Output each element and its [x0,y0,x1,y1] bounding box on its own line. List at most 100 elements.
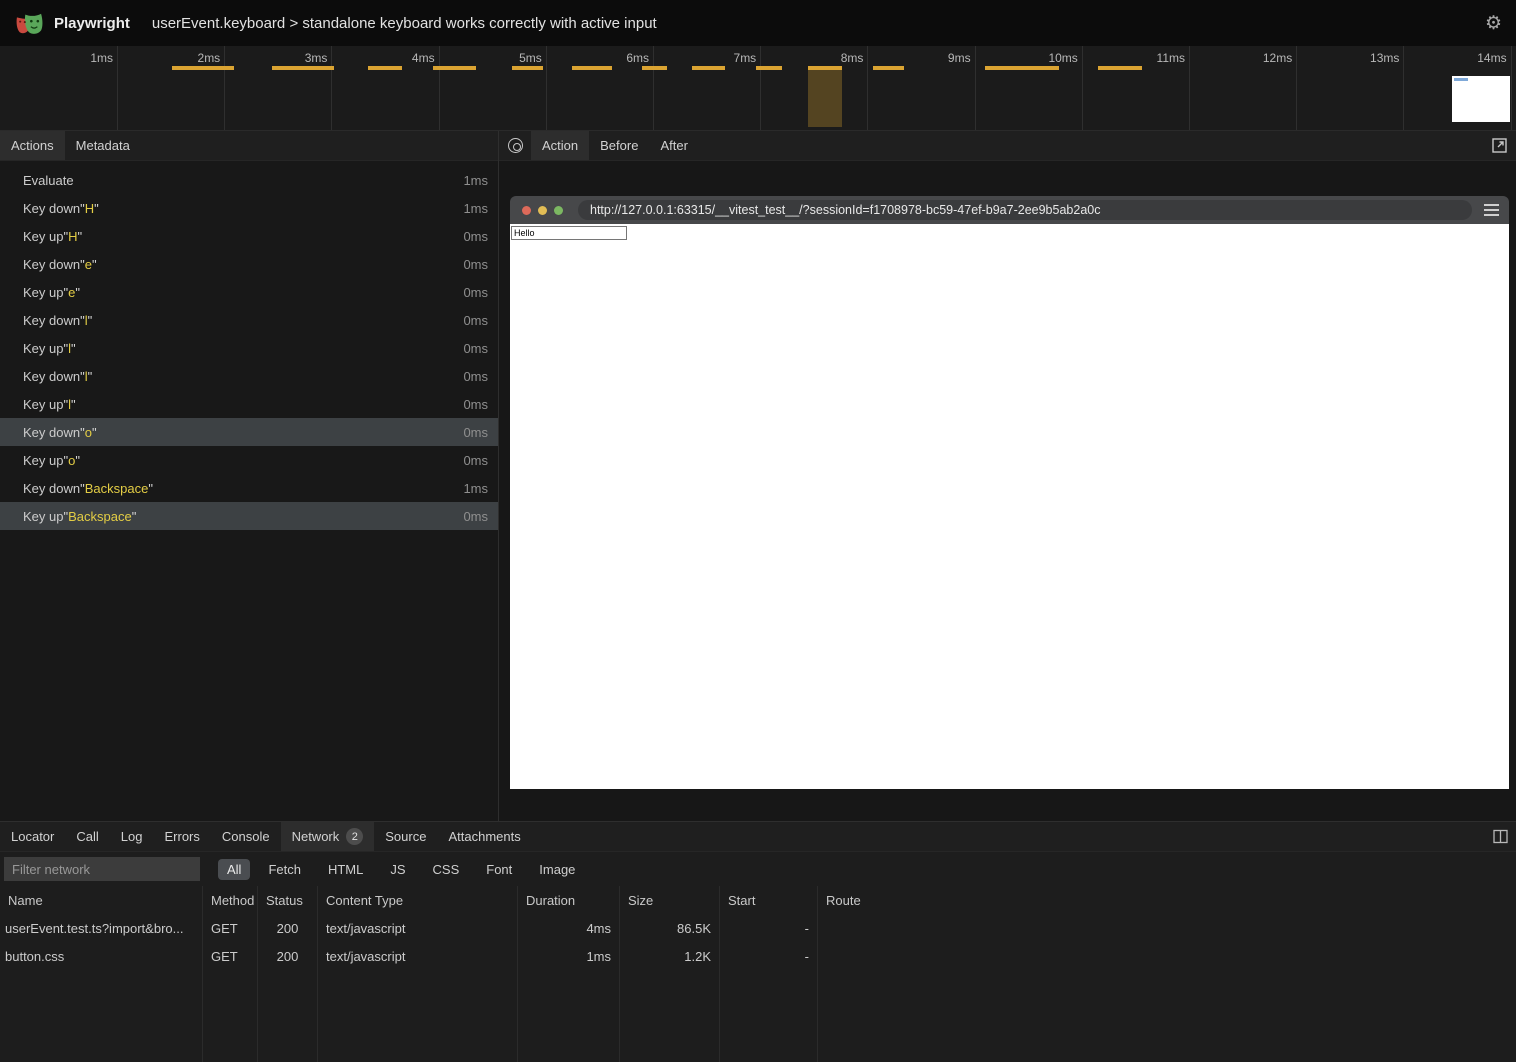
chip-font[interactable]: Font [477,859,521,880]
tab-after[interactable]: After [649,131,698,160]
chip-js[interactable]: JS [381,859,414,880]
tab-metadata[interactable]: Metadata [65,131,141,160]
action-row[interactable]: Key down "Backspace"1ms [0,474,498,502]
action-title: Key up [23,453,63,468]
timeline-action-bar[interactable] [808,66,842,70]
chip-css[interactable]: CSS [424,859,469,880]
action-list: Evaluate1msKey down "H"1msKey up "H"0msK… [0,161,498,821]
net-cell-name[interactable]: userEvent.test.ts?import&bro... [0,914,203,942]
timeline-action-bar[interactable] [756,66,782,70]
chip-fetch[interactable]: Fetch [259,859,310,880]
tab-console[interactable]: Console [211,822,281,851]
net-cell-method[interactable]: GET [203,942,258,970]
action-row[interactable]: Key down "l"0ms [0,362,498,390]
timeline-action-bar[interactable] [272,66,334,70]
net-cell-content-type[interactable]: text/javascript [318,914,518,942]
net-header-start[interactable]: Start [720,886,818,914]
timeline-screenshot-thumbnail[interactable] [1452,76,1510,122]
timeline-tick-label: 5ms [484,51,542,65]
net-cell-route[interactable] [818,942,1516,970]
action-row[interactable]: Key up "e"0ms [0,278,498,306]
timeline-action-bar[interactable] [873,66,904,70]
action-row[interactable]: Key down "o"0ms [0,418,498,446]
timeline-tick-label: 2ms [162,51,220,65]
timeline-action-bar[interactable] [642,66,667,70]
net-header-duration[interactable]: Duration [518,886,620,914]
tab-actions[interactable]: Actions [0,131,65,160]
timeline-selection[interactable] [808,66,842,127]
net-cell-duration[interactable]: 4ms [518,914,620,942]
timeline-action-bar[interactable] [433,66,476,70]
filter-network-input[interactable] [4,857,200,881]
action-row[interactable]: Key up "l"0ms [0,334,498,362]
network-count-badge: 2 [346,828,363,845]
net-cell-start[interactable]: - [720,942,818,970]
net-header-method[interactable]: Method [203,886,258,914]
playwright-logo-icon [14,10,44,36]
timeline-gridline [975,46,976,130]
tab-before[interactable]: Before [589,131,649,160]
net-header-route[interactable]: Route [818,886,1516,914]
timeline-action-bar[interactable] [512,66,543,70]
action-key-quote: " [71,341,76,356]
columns-layout-icon[interactable] [1493,829,1508,847]
main-area: ActionsMetadata Evaluate1msKey down "H"1… [0,131,1516,821]
net-header-status[interactable]: Status [258,886,318,914]
tab-locator[interactable]: Locator [0,822,65,851]
net-cell-content-type[interactable]: text/javascript [318,942,518,970]
timeline-tick-label: 10ms [1020,51,1078,65]
net-filler-cell [318,970,518,1062]
tab-attachments[interactable]: Attachments [437,822,531,851]
action-key-quote: " [92,425,97,440]
tab-log[interactable]: Log [110,822,154,851]
text-input[interactable]: Hello [511,226,627,240]
timeline-action-bar[interactable] [985,66,1059,70]
chip-image[interactable]: Image [530,859,584,880]
timeline-action-bar[interactable] [692,66,725,70]
action-row[interactable]: Evaluate1ms [0,166,498,194]
net-cell-start[interactable]: - [720,914,818,942]
net-cell-status[interactable]: 200 [258,942,318,970]
net-cell-method[interactable]: GET [203,914,258,942]
action-row[interactable]: Key up "Backspace"0ms [0,502,498,530]
menu-icon[interactable] [1484,204,1499,216]
net-cell-duration[interactable]: 1ms [518,942,620,970]
bottom-tabs: LocatorCallLogErrorsConsoleNetwork2Sourc… [0,822,532,851]
pick-locator-icon[interactable] [508,138,523,153]
tab-network[interactable]: Network2 [281,822,375,851]
net-cell-status[interactable]: 200 [258,914,318,942]
tab-action[interactable]: Action [531,131,589,160]
tab-source[interactable]: Source [374,822,437,851]
net-cell-name[interactable]: button.css [0,942,203,970]
snapshot-tabs: ActionBeforeAfter [531,131,699,160]
net-cell-size[interactable]: 86.5K [620,914,720,942]
action-key: Backspace [68,509,132,524]
action-row[interactable]: Key up "H"0ms [0,222,498,250]
action-row[interactable]: Key up "o"0ms [0,446,498,474]
timeline-tick-label: 6ms [591,51,649,65]
tab-errors[interactable]: Errors [153,822,210,851]
chip-all[interactable]: All [218,859,250,880]
popout-icon[interactable] [1492,131,1507,160]
net-cell-size[interactable]: 1.2K [620,942,720,970]
action-row[interactable]: Key down "l"0ms [0,306,498,334]
timeline[interactable]: 1ms2ms3ms4ms5ms6ms7ms8ms9ms10ms11ms12ms1… [0,46,1516,131]
action-key: H [68,229,77,244]
action-row[interactable]: Key down "e"0ms [0,250,498,278]
action-key: o [68,453,75,468]
action-row[interactable]: Key up "l"0ms [0,390,498,418]
action-row[interactable]: Key down "H"1ms [0,194,498,222]
gear-icon[interactable]: ⚙ [1485,14,1502,33]
net-cell-route[interactable] [818,914,1516,942]
timeline-gridline [331,46,332,130]
net-header-size[interactable]: Size [620,886,720,914]
action-title: Evaluate [23,173,74,188]
net-header-name[interactable]: Name [0,886,203,914]
timeline-action-bar[interactable] [368,66,402,70]
chip-html[interactable]: HTML [319,859,372,880]
timeline-action-bar[interactable] [572,66,612,70]
timeline-action-bar[interactable] [172,66,234,70]
timeline-action-bar[interactable] [1098,66,1142,70]
net-header-content-type[interactable]: Content Type [318,886,518,914]
tab-call[interactable]: Call [65,822,109,851]
